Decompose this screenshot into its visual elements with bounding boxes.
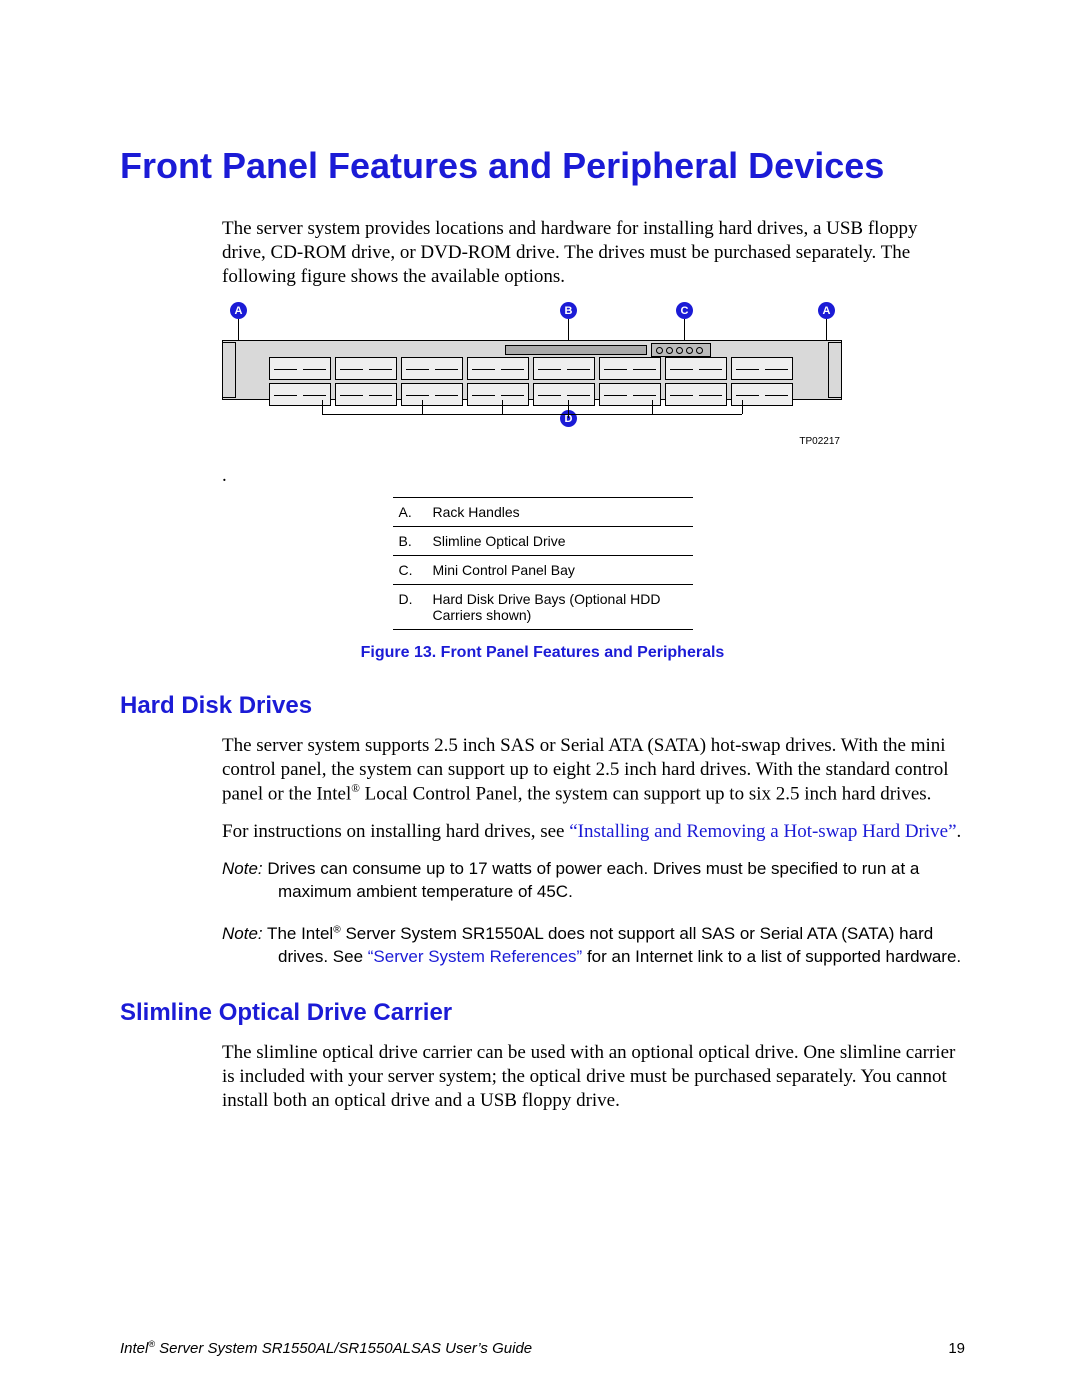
- legend-letter: D.: [393, 585, 427, 630]
- figure-legend: A.Rack Handles B.Slimline Optical Drive …: [393, 497, 693, 630]
- legend-text: Mini Control Panel Bay: [427, 556, 693, 585]
- legend-text: Hard Disk Drive Bays (Optional HDD Carri…: [427, 585, 693, 630]
- legend-letter: A.: [393, 498, 427, 527]
- page-footer: Intel® Server System SR1550AL/SR1550ALSA…: [120, 1339, 965, 1357]
- lead-d-h: [322, 414, 742, 415]
- lead-d5: [652, 400, 653, 414]
- lead-d3: [502, 400, 503, 414]
- registered-mark: ®: [333, 925, 341, 936]
- notes-block: Note: Drives can consume up to 17 watts …: [222, 858, 965, 970]
- note-label: Note:: [222, 924, 263, 943]
- callout-A-right: A: [818, 302, 835, 319]
- document-page: Front Panel Features and Peripheral Devi…: [0, 0, 1080, 1397]
- lead-d2: [422, 400, 423, 414]
- footer-title: Intel® Server System SR1550AL/SR1550ALSA…: [120, 1339, 532, 1357]
- control-panel: [651, 343, 711, 357]
- note-label: Note:: [222, 859, 263, 878]
- lead-d6: [742, 400, 743, 414]
- lead-b: [568, 319, 569, 341]
- registered-mark: ®: [351, 783, 360, 795]
- hdd-paragraph-1: The server system supports 2.5 inch SAS …: [222, 734, 965, 806]
- legend-row: A.Rack Handles: [393, 498, 693, 527]
- optical-drive: [505, 345, 647, 355]
- rack-handle-right: [828, 342, 842, 398]
- chassis: [222, 340, 842, 400]
- figure-caption: Figure 13. Front Panel Features and Peri…: [120, 644, 965, 662]
- lead-d4: [568, 400, 569, 418]
- note-1: Note: Drives can consume up to 17 watts …: [222, 858, 965, 904]
- section-title-optical: Slimline Optical Drive Carrier: [120, 999, 965, 1027]
- lead-d1: [322, 400, 323, 414]
- note-2: Note: The Intel® Server System SR1550AL …: [222, 923, 965, 969]
- figure-id: TP02217: [222, 436, 842, 447]
- lead-a-left: [238, 319, 239, 341]
- figure-13: A B C A D: [222, 302, 842, 447]
- optical-block: The slimline optical drive carrier can b…: [222, 1041, 965, 1112]
- optical-paragraph: The slimline optical drive carrier can b…: [222, 1041, 965, 1112]
- legend-letter: C.: [393, 556, 427, 585]
- lead-c: [684, 319, 685, 341]
- link-references[interactable]: “Server System References”: [368, 947, 582, 966]
- front-panel-diagram: A B C A D: [222, 302, 842, 432]
- hdd-paragraph-2: For instructions on installing hard driv…: [222, 820, 965, 844]
- section-title-hdd: Hard Disk Drives: [120, 692, 965, 720]
- legend-text: Rack Handles: [427, 498, 693, 527]
- callout-C: C: [676, 302, 693, 319]
- legend-letter: B.: [393, 527, 427, 556]
- registered-mark: ®: [148, 1339, 155, 1349]
- legend-row: C.Mini Control Panel Bay: [393, 556, 693, 585]
- rack-handle-left: [222, 342, 236, 398]
- hdd-block: The server system supports 2.5 inch SAS …: [222, 734, 965, 843]
- lead-a-right: [826, 319, 827, 341]
- figure-dot: .: [222, 465, 965, 487]
- legend-row: B.Slimline Optical Drive: [393, 527, 693, 556]
- link-hot-swap[interactable]: “Installing and Removing a Hot-swap Hard…: [569, 821, 956, 842]
- page-title: Front Panel Features and Peripheral Devi…: [120, 145, 965, 187]
- intro-block: The server system provides locations and…: [222, 217, 965, 288]
- callout-B: B: [560, 302, 577, 319]
- legend-text: Slimline Optical Drive: [427, 527, 693, 556]
- callout-A-left: A: [230, 302, 247, 319]
- footer-page-number: 19: [948, 1340, 965, 1357]
- intro-paragraph: The server system provides locations and…: [222, 217, 965, 288]
- legend-row: D.Hard Disk Drive Bays (Optional HDD Car…: [393, 585, 693, 630]
